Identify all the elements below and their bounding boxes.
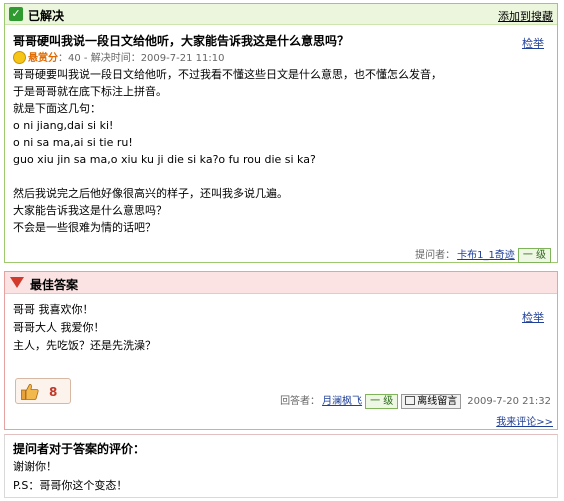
question-line: guo xiu jin sa ma,o xiu ku ji die si ka?… xyxy=(13,153,316,166)
answerer-row: 回答者： 月澜枫飞一 级 离线留言 2009-7-20 21:32 xyxy=(280,392,551,409)
asker-level-badge: 一 级 xyxy=(517,248,551,263)
question-panel: ✓ 已解决 添加到搜藏 哥哥硬叫我说一段日文给他听，大家能告诉我这是什么意思吗？… xyxy=(4,3,558,263)
question-title: 哥哥硬叫我说一段日文给他听，大家能告诉我这是什么意思吗？ xyxy=(13,34,350,48)
asker-name-link[interactable]: 卡布1_1奇迹 xyxy=(457,250,515,261)
flag-icon xyxy=(10,277,24,288)
like-button[interactable]: 8 xyxy=(15,378,71,404)
question-line: 哥哥硬要叫我说一段日文给他听，不过我看不懂这些日文是什么意思，也不懂怎么发音， xyxy=(13,68,442,81)
answer-date: 2009-7-20 21:32 xyxy=(467,396,551,407)
evaluation-body: 谢谢你！ P.S：哥哥你这个变态！ xyxy=(13,457,127,495)
bounty-value: ：40 - 解决时间：2009-7-21 11:10 xyxy=(58,53,225,64)
evaluation-line: 谢谢你！ xyxy=(13,460,57,473)
evaluation-title: 提问者对于答案的评价： xyxy=(13,442,146,456)
evaluation-panel: 提问者对于答案的评价： 谢谢你！ P.S：哥哥你这个变态！ xyxy=(4,434,558,498)
answerer-label: 回答者： xyxy=(280,396,321,407)
best-answer-panel: 最佳答案 检举 哥哥 我喜欢你！ 哥哥大人 我爱你！ 主人，先吃饭？还是先洗澡？… xyxy=(4,271,558,430)
offline-message-label: 离线留言 xyxy=(417,396,458,407)
best-answer-heading: 最佳答案 xyxy=(30,278,79,292)
question-line: 就是下面这几句： xyxy=(13,102,101,115)
question-body: 哥哥硬要叫我说一段日文给他听，不过我看不懂这些日文是什么意思，也不懂怎么发音， … xyxy=(13,66,442,236)
question-line: 不会是一些很难为情的话吧？ xyxy=(13,221,156,234)
answerer-level-badge: 一 级 xyxy=(365,394,399,409)
question-line: 大家能告诉我这是什么意思吗？ xyxy=(13,204,167,217)
evaluation-line: P.S：哥哥你这个变态！ xyxy=(13,479,128,492)
answer-line: 主人，先吃饭？还是先洗澡？ xyxy=(13,339,156,352)
offline-message-button[interactable]: 离线留言 xyxy=(401,394,462,409)
bounty-label: 悬赏分 xyxy=(28,53,58,64)
answerer-name-link[interactable]: 月澜枫飞 xyxy=(322,396,362,407)
asker-label: 提问者： xyxy=(415,250,456,261)
comment-link[interactable]: 我来评论>> xyxy=(496,413,553,428)
bounty-row: 悬赏分：40 - 解决时间：2009-7-21 11:10 xyxy=(13,49,224,64)
add-to-search-link[interactable]: 添加到搜藏 xyxy=(498,8,553,24)
envelope-icon xyxy=(405,396,416,405)
answer-body: 哥哥 我喜欢你！ 哥哥大人 我爱你！ 主人，先吃饭？还是先洗澡？ xyxy=(13,301,156,355)
best-answer-header: 最佳答案 xyxy=(5,272,557,294)
status-label: 已解决 xyxy=(28,9,65,23)
asker-row: 提问者： 卡布1_1奇迹一 级 xyxy=(415,246,551,263)
answer-line: 哥哥大人 我爱你！ xyxy=(13,321,105,334)
question-line: o ni jiang,dai si ki! xyxy=(13,119,114,132)
thumbs-up-icon xyxy=(21,384,39,400)
answer-report-link[interactable]: 检举 xyxy=(522,309,544,325)
question-line: 于是哥哥就在底下标注上拼音。 xyxy=(13,85,167,98)
question-header: ✓ 已解决 添加到搜藏 xyxy=(5,4,557,25)
question-line-blank xyxy=(13,168,442,185)
question-report-link[interactable]: 检举 xyxy=(522,35,544,51)
like-count: 8 xyxy=(49,385,58,399)
question-line: 然后我说完之后他好像很高兴的样子，还叫我多说几遍。 xyxy=(13,187,288,200)
check-icon: ✓ xyxy=(9,7,23,21)
answer-line: 哥哥 我喜欢你！ xyxy=(13,303,94,316)
question-line: o ni sa ma,ai si tie ru! xyxy=(13,136,133,149)
coin-icon xyxy=(13,51,26,64)
